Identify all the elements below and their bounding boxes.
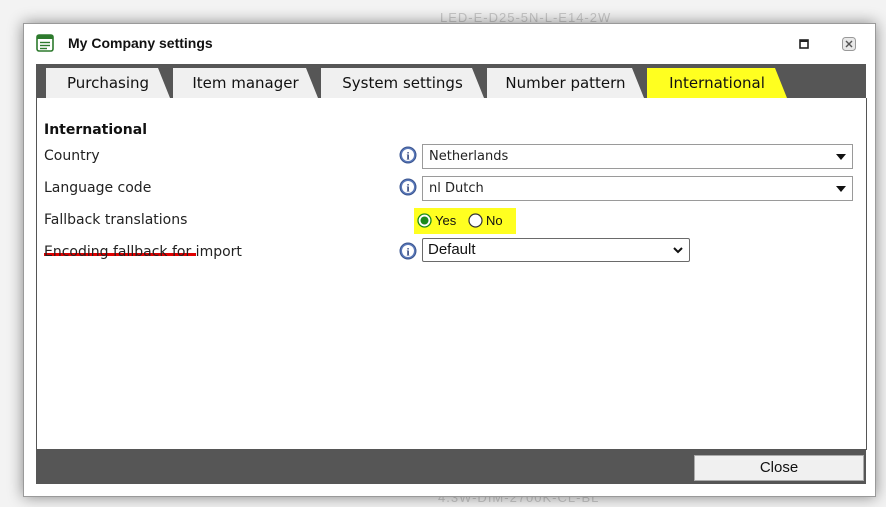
language-code-dropdown[interactable]: nl Dutch	[422, 176, 853, 201]
tab-item-manager[interactable]: Item manager	[173, 68, 318, 98]
maximize-icon[interactable]	[797, 37, 811, 51]
window-title: My Company settings	[68, 35, 213, 51]
tab-purchasing[interactable]: Purchasing	[46, 68, 170, 98]
chevron-down-icon	[673, 247, 683, 254]
country-dropdown[interactable]: Netherlands	[422, 144, 853, 169]
title-bar[interactable]: My Company settings	[24, 24, 875, 64]
close-icon[interactable]	[842, 37, 856, 51]
section-title: International	[44, 122, 148, 138]
tab-content-panel: International Country i Netherlands Lang…	[36, 98, 867, 450]
encoding-fallback-value: Default	[428, 241, 476, 258]
settings-dialog: My Company settings Purchasing Item mana…	[23, 23, 876, 497]
radio-no[interactable]	[468, 213, 483, 228]
tab-strip: Purchasing Item manager System settings …	[36, 64, 866, 98]
info-icon[interactable]: i	[399, 178, 417, 196]
country-label: Country	[44, 148, 100, 164]
svg-text:i: i	[406, 151, 409, 163]
encoding-fallback-label: Encoding fallback for import	[44, 244, 242, 260]
tab-number-pattern[interactable]: Number pattern	[487, 68, 644, 98]
dialog-footer: Close	[36, 449, 866, 484]
info-icon[interactable]: i	[399, 146, 417, 164]
settings-form-icon	[36, 34, 54, 52]
tab-system-settings[interactable]: System settings	[321, 68, 484, 98]
language-code-label: Language code	[44, 180, 152, 196]
tab-international[interactable]: International	[647, 68, 787, 98]
radio-yes-label[interactable]: Yes	[435, 213, 456, 228]
radio-no-label[interactable]: No	[486, 213, 503, 228]
language-code-value: nl Dutch	[429, 181, 484, 196]
chevron-down-icon	[836, 186, 846, 192]
svg-text:i: i	[406, 183, 409, 195]
close-button[interactable]: Close	[694, 455, 864, 481]
chevron-down-icon	[836, 154, 846, 160]
radio-yes[interactable]	[417, 213, 432, 228]
encoding-fallback-select[interactable]: Default	[422, 238, 690, 262]
country-value: Netherlands	[429, 149, 509, 164]
info-icon[interactable]: i	[399, 242, 417, 260]
svg-text:i: i	[406, 247, 409, 259]
fallback-translations-radio-group: Yes No	[414, 208, 516, 234]
fallback-translations-label: Fallback translations	[44, 212, 188, 228]
